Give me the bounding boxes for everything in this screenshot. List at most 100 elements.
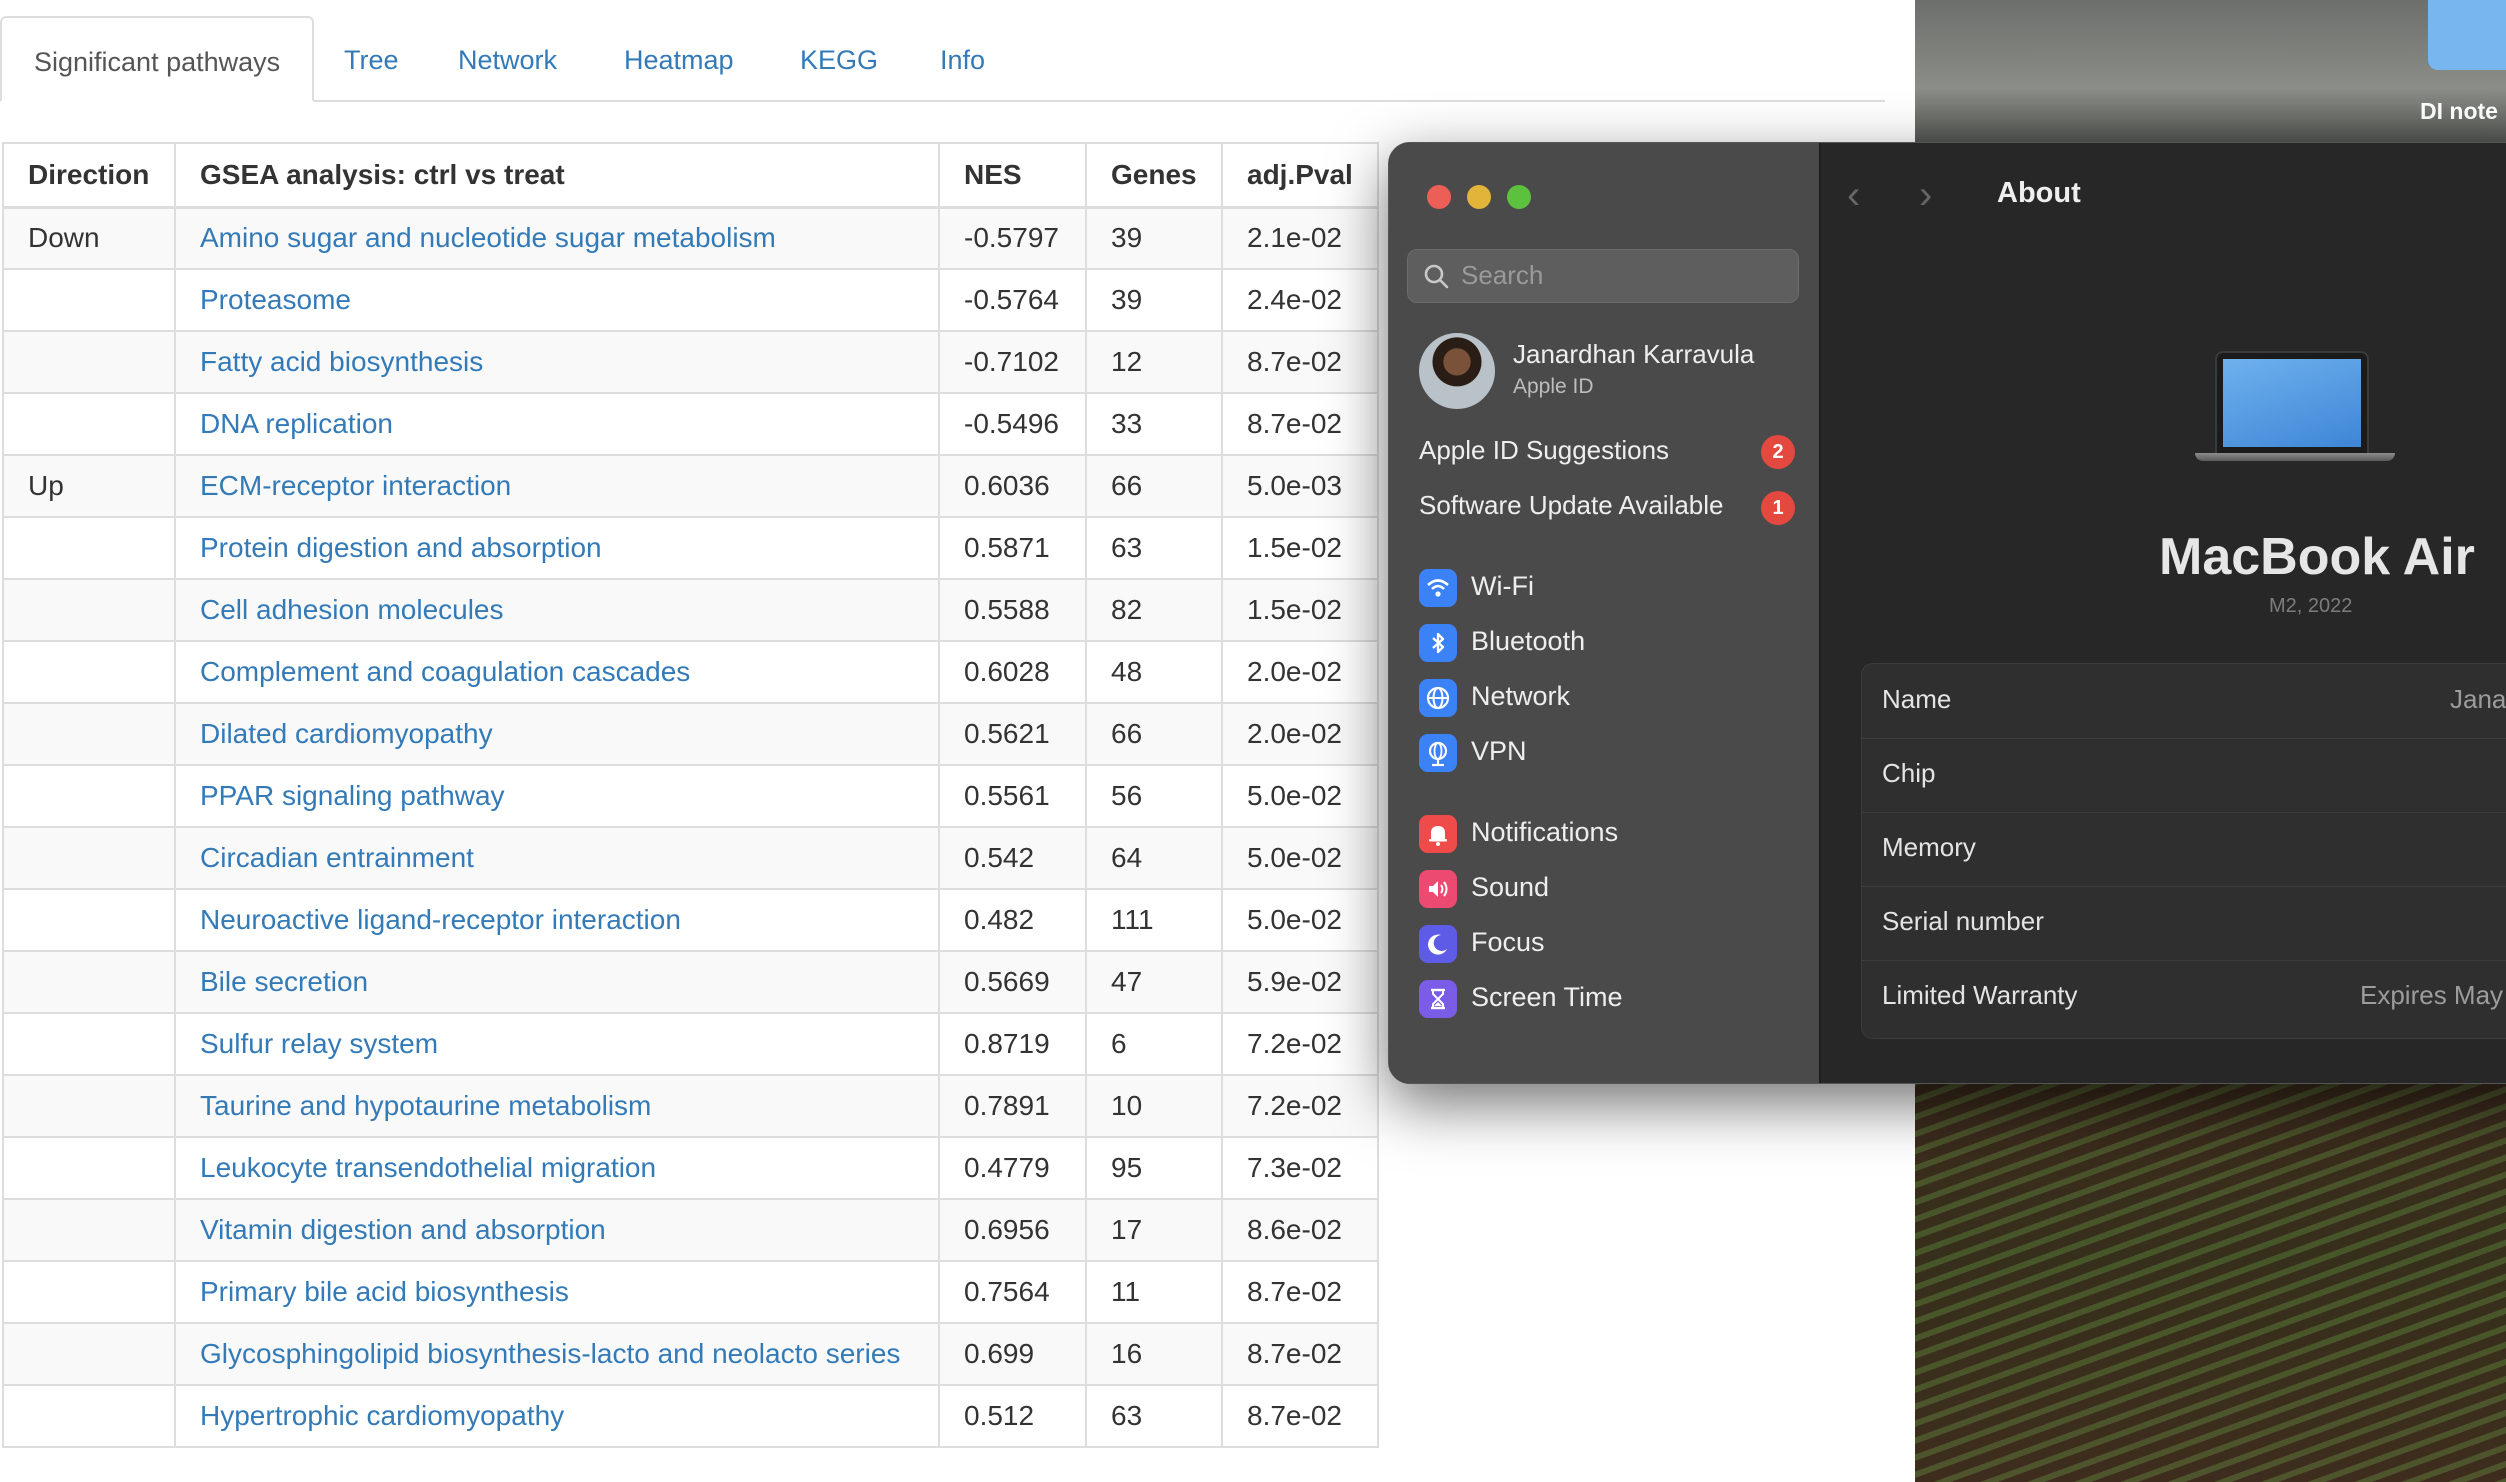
cell-pathway-link[interactable]: DNA replication	[174, 392, 940, 456]
column-header-nes[interactable]: NES	[938, 142, 1087, 209]
cell-pathway-link[interactable]: Primary bile acid biosynthesis	[174, 1260, 940, 1324]
forward-chevron-icon[interactable]: ›	[1919, 173, 1932, 218]
table-row: Hypertrophic cardiomyopathy 0.512 63 8.7e-0…	[2, 1384, 1379, 1448]
cell-adj-pval: 5.0e-03	[1221, 454, 1379, 518]
cell-genes: 47	[1085, 950, 1223, 1014]
cell-genes: 17	[1085, 1198, 1223, 1262]
table-body: Down Amino sugar and nucleotide sugar met…	[2, 206, 1379, 1448]
cell-direction	[2, 1322, 176, 1386]
sidebar-item-label: Sound	[1471, 872, 1550, 902]
cell-pathway-link[interactable]: Amino sugar and nucleotide sugar metabol…	[174, 206, 940, 270]
table-row: Cell adhesion molecules 0.5588 82 1.5e-02	[2, 578, 1379, 642]
cell-pathway-link[interactable]: Fatty acid biosynthesis	[174, 330, 940, 394]
cell-pathway-link[interactable]: Hypertrophic cardiomyopathy	[174, 1384, 940, 1448]
settings-sidebar: Search Janardhan Karravula Apple ID Appl…	[1389, 143, 1821, 1083]
cell-genes: 48	[1085, 640, 1223, 704]
table-row: Complement and coagulation cascades 0.602…	[2, 640, 1379, 704]
cell-direction	[2, 1198, 176, 1262]
table-row: Taurine and hypotaurine metabolism 0.7891…	[2, 1074, 1379, 1138]
cell-nes: -0.5764	[938, 268, 1087, 332]
column-header-genes[interactable]: Genes	[1085, 142, 1223, 209]
cell-genes: 11	[1085, 1260, 1223, 1324]
cell-nes: 0.512	[938, 1384, 1087, 1448]
sidebar-item-label: VPN	[1471, 736, 1527, 766]
table-row: Glycosphingolipid biosynthesis-lacto and…	[2, 1322, 1379, 1386]
cell-genes: 66	[1085, 702, 1223, 766]
cell-pathway-link[interactable]: PPAR signaling pathway	[174, 764, 940, 828]
info-label: Serial number	[1882, 906, 2044, 936]
cell-genes: 33	[1085, 392, 1223, 456]
cell-pathway-link[interactable]: Cell adhesion molecules	[174, 578, 940, 642]
column-header-adj-pval[interactable]: adj.Pval	[1221, 142, 1379, 209]
close-button[interactable]	[1427, 185, 1451, 209]
table-row: Down Amino sugar and nucleotide sugar met…	[2, 206, 1379, 270]
tab-info[interactable]: Info	[908, 16, 1017, 100]
cell-nes: 0.5588	[938, 578, 1087, 642]
apple-id-suggestions-item[interactable]: Apple ID Suggestions	[1419, 435, 1669, 466]
cell-genes: 6	[1085, 1012, 1223, 1076]
cell-adj-pval: 2.1e-02	[1221, 206, 1379, 270]
vineyard-pattern	[1915, 1080, 2506, 1482]
cell-adj-pval: 1.5e-02	[1221, 578, 1379, 642]
cell-pathway-link[interactable]: Taurine and hypotaurine metabolism	[174, 1074, 940, 1138]
software-update-item[interactable]: Software Update Available	[1419, 490, 1724, 521]
cell-direction	[2, 1384, 176, 1448]
cell-pathway-link[interactable]: Leukocyte transendothelial migration	[174, 1136, 940, 1200]
about-info-list: Name Jana Chip Memory Serial number Limi…	[1861, 663, 2506, 1039]
search-icon	[1424, 264, 1449, 289]
notification-badge: 2	[1761, 435, 1795, 469]
cell-adj-pval: 8.7e-02	[1221, 392, 1379, 456]
cell-adj-pval: 2.0e-02	[1221, 702, 1379, 766]
cell-genes: 39	[1085, 206, 1223, 270]
globe-icon	[1419, 679, 1457, 717]
cell-nes: -0.5496	[938, 392, 1087, 456]
cell-adj-pval: 2.0e-02	[1221, 640, 1379, 704]
info-label: Limited Warranty	[1882, 980, 2078, 1010]
system-settings-window: Search Janardhan Karravula Apple ID Appl…	[1388, 142, 2506, 1084]
info-row-name: Name Jana	[1862, 664, 2506, 739]
cell-adj-pval: 1.5e-02	[1221, 516, 1379, 580]
tab-significant-pathways[interactable]: Significant pathways	[0, 16, 315, 102]
cell-genes: 10	[1085, 1074, 1223, 1138]
cell-pathway-link[interactable]: Vitamin digestion and absorption	[174, 1198, 940, 1262]
cell-pathway-link[interactable]: Protein digestion and absorption	[174, 516, 940, 580]
column-header-direction[interactable]: Direction	[2, 142, 176, 209]
tab-heatmap[interactable]: Heatmap	[592, 16, 766, 100]
tab-tree[interactable]: Tree	[312, 16, 431, 100]
cell-nes: 0.8719	[938, 1012, 1087, 1076]
column-header-pathway[interactable]: GSEA analysis: ctrl vs treat	[174, 142, 940, 209]
tab-network[interactable]: Network	[426, 16, 589, 100]
cell-direction	[2, 1260, 176, 1324]
cell-nes: 0.4779	[938, 1136, 1087, 1200]
cell-pathway-link[interactable]: ECM-receptor interaction	[174, 454, 940, 518]
cell-pathway-link[interactable]: Bile secretion	[174, 950, 940, 1014]
cell-pathway-link[interactable]: Circadian entrainment	[174, 826, 940, 890]
notification-badge: 1	[1761, 491, 1795, 525]
cell-pathway-link[interactable]: Complement and coagulation cascades	[174, 640, 940, 704]
info-value[interactable]: Jana	[2450, 684, 2506, 715]
zoom-button[interactable]	[1507, 185, 1531, 209]
cell-pathway-link[interactable]: Glycosphingolipid biosynthesis-lacto and…	[174, 1322, 940, 1386]
cell-pathway-link[interactable]: Neuroactive ligand-receptor interaction	[174, 888, 940, 952]
cell-pathway-link[interactable]: Dilated cardiomyopathy	[174, 702, 940, 766]
info-row-serial-number: Serial number	[1862, 886, 2506, 961]
avatar[interactable]	[1419, 333, 1495, 409]
user-name[interactable]: Janardhan Karravula	[1513, 339, 1754, 370]
cell-adj-pval: 8.7e-02	[1221, 1384, 1379, 1448]
laptop-icon	[2215, 351, 2369, 455]
table-row: Primary bile acid biosynthesis 0.7564 11 8.…	[2, 1260, 1379, 1324]
desktop-folder-label[interactable]: DI note	[2420, 98, 2498, 125]
cell-pathway-link[interactable]: Sulfur relay system	[174, 1012, 940, 1076]
cell-pathway-link[interactable]: Proteasome	[174, 268, 940, 332]
cell-genes: 82	[1085, 578, 1223, 642]
cell-adj-pval: 2.4e-02	[1221, 268, 1379, 332]
search-field[interactable]: Search	[1407, 249, 1799, 303]
cell-genes: 111	[1085, 888, 1223, 952]
back-chevron-icon[interactable]: ‹	[1847, 173, 1860, 218]
cell-adj-pval: 8.7e-02	[1221, 1322, 1379, 1386]
folder-icon[interactable]	[2428, 0, 2506, 70]
about-pane: ‹ › About MacBook Air M2, 2022 Name Jana…	[1821, 143, 2506, 1083]
tab-kegg[interactable]: KEGG	[768, 16, 910, 100]
info-value: Expires May	[2360, 980, 2504, 1010]
minimize-button[interactable]	[1467, 185, 1491, 209]
